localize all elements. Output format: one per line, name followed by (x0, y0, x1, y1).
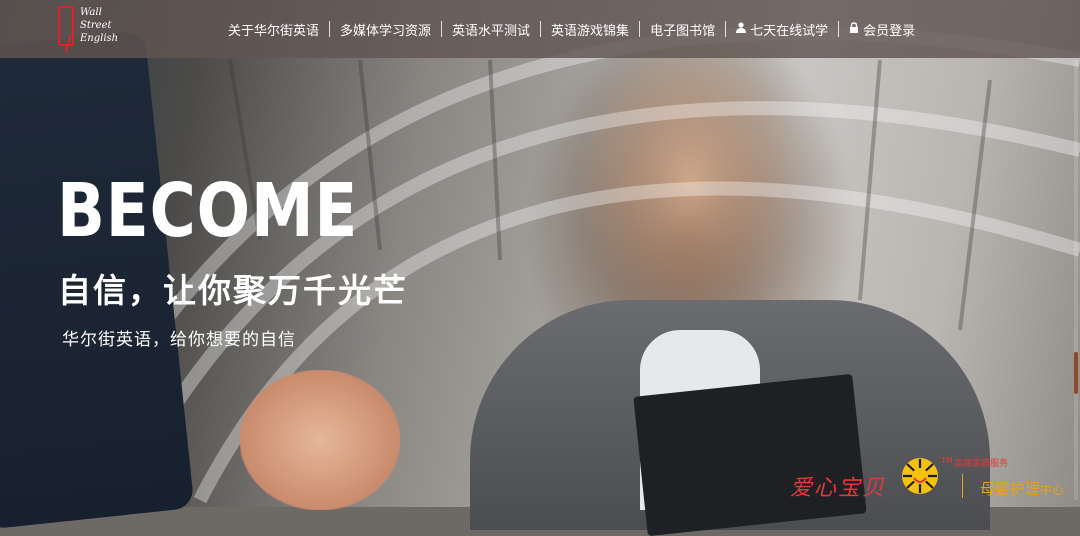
handshake (240, 370, 400, 510)
lock-icon (849, 22, 859, 36)
scrollbar-track[interactable] (1074, 60, 1078, 500)
watermark-care: 母婴护理中心 (980, 480, 1065, 498)
logo-mark (58, 6, 74, 46)
main-nav: 关于华尔街英语 多媒体学习资源 英语水平测试 英语游戏锦集 电子图书馆 七天在线… (218, 0, 925, 58)
hero-subline: 华尔街英语，给你想要的自信 (62, 330, 296, 350)
sun-logo-icon (900, 456, 940, 496)
nav-item-multimedia[interactable]: 多媒体学习资源 (330, 20, 441, 39)
nav-item-level-test[interactable]: 英语水平测试 (442, 20, 540, 39)
wall-street-english-logo[interactable]: Wall Street English (58, 6, 128, 50)
user-icon (736, 22, 747, 36)
watermark-divider (962, 474, 963, 498)
watermark-service: 高端家庭服务 (954, 459, 1009, 469)
hero-headline: BECOME (57, 168, 359, 254)
logo-wordmark: Wall Street English (80, 7, 119, 44)
nav-item-library[interactable]: 电子图书馆 (640, 20, 725, 39)
nav-item-about[interactable]: 关于华尔街英语 (218, 20, 329, 39)
trademark-mark: TM (941, 456, 953, 465)
top-navigation-bar: Wall Street English 关于华尔街英语 多媒体学习资源 英语水平… (0, 0, 1080, 58)
scrollbar-thumb[interactable] (1074, 352, 1078, 394)
nav-item-member-login[interactable]: 会员登录 (839, 20, 925, 39)
nav-item-games[interactable]: 英语游戏锦集 (541, 20, 639, 39)
watermark-brand: 爱心宝贝 (790, 476, 887, 501)
nav-item-free-trial[interactable]: 七天在线试学 (726, 20, 838, 39)
hero-tagline: 自信，让你聚万千光芒 (58, 271, 408, 310)
watermark: 爱心宝贝 TM 高端家庭服务 母婴护理中心 (790, 452, 1080, 507)
